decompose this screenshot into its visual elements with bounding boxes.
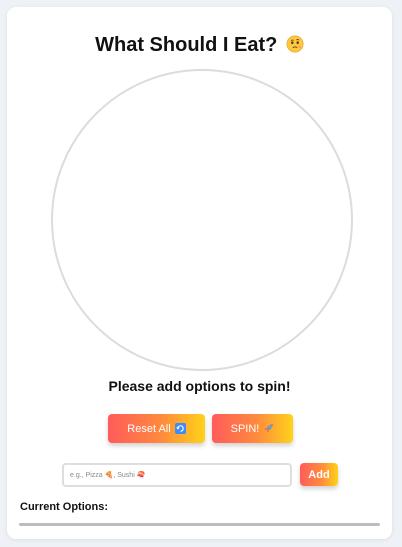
spin-label: SPIN! bbox=[230, 422, 260, 435]
current-options-label: Current Options: bbox=[20, 501, 108, 513]
thinking-face-icon bbox=[286, 35, 304, 53]
wheel-message: Please add options to spin! bbox=[108, 378, 291, 394]
page-title-text: What Should I Eat? bbox=[95, 34, 278, 56]
add-option-label: Add bbox=[308, 468, 330, 481]
option-input[interactable] bbox=[62, 463, 292, 487]
app-card: What Should I Eat? Please add options to… bbox=[7, 7, 392, 539]
refresh-icon bbox=[174, 423, 186, 434]
options-list-scrollbar[interactable] bbox=[19, 523, 380, 526]
rocket-icon bbox=[264, 423, 274, 434]
reset-all-button[interactable]: Reset All bbox=[108, 414, 205, 443]
spin-button[interactable]: SPIN! bbox=[212, 414, 293, 443]
add-option-button[interactable]: Add bbox=[300, 463, 338, 486]
spin-wheel bbox=[51, 69, 353, 371]
reset-all-label: Reset All bbox=[127, 422, 171, 435]
page-title: What Should I Eat? bbox=[7, 34, 392, 57]
